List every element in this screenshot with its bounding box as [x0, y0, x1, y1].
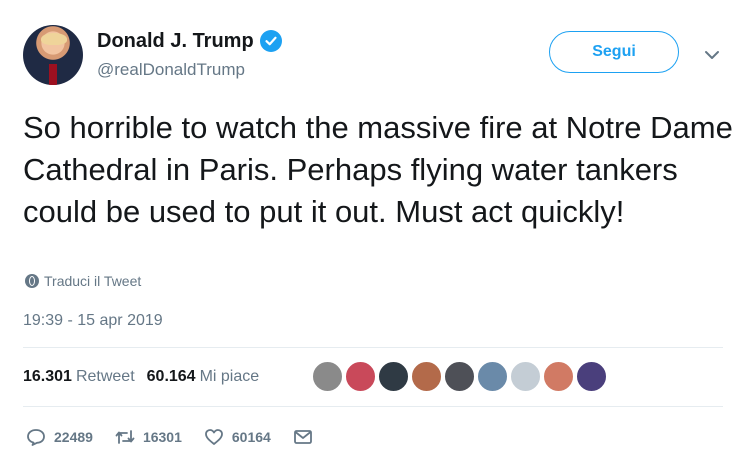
- direct-message-button[interactable]: [293, 428, 313, 446]
- tweet-stats: 16.301 Retweet 60.164 Mi piace: [23, 368, 271, 386]
- divider-bottom: [23, 406, 723, 407]
- tweet-timestamp[interactable]: 19:39 - 15 apr 2019: [23, 312, 163, 330]
- liker-avatar-9[interactable]: [576, 361, 607, 392]
- reply-button[interactable]: 22489: [26, 428, 93, 446]
- liker-avatar-6[interactable]: [477, 361, 508, 392]
- follow-button[interactable]: Segui: [549, 31, 679, 73]
- liker-avatar-1[interactable]: [312, 361, 343, 392]
- like-button[interactable]: 60164: [204, 428, 271, 446]
- liker-avatar-7[interactable]: [510, 361, 541, 392]
- reply-count: 22489: [54, 429, 93, 445]
- author-avatar[interactable]: [23, 25, 83, 85]
- retweet-button[interactable]: 16301: [115, 428, 182, 446]
- translate-tweet-link[interactable]: Traduci il Tweet: [25, 273, 141, 289]
- retweets-count[interactable]: 16.301: [23, 368, 72, 386]
- tweet-actions: 22489 16301 60164: [26, 428, 335, 446]
- liker-avatar-3[interactable]: [378, 361, 409, 392]
- heart-icon: [204, 429, 223, 445]
- retweet-count: 16301: [142, 429, 182, 445]
- globe-icon: [25, 274, 39, 288]
- liker-avatars: [312, 361, 607, 392]
- author-display-name[interactable]: Donald J. Trump: [97, 29, 254, 53]
- envelope-icon: [293, 430, 312, 444]
- likes-count[interactable]: 60.164: [147, 368, 196, 386]
- likes-label[interactable]: Mi piace: [200, 368, 260, 386]
- liker-avatar-4[interactable]: [411, 361, 442, 392]
- translate-label: Traduci il Tweet: [44, 273, 142, 289]
- liker-avatar-5[interactable]: [444, 361, 475, 392]
- reply-icon: [27, 429, 45, 446]
- verified-badge-icon: [259, 30, 282, 52]
- liker-avatar-8[interactable]: [543, 361, 574, 392]
- author-name-row: Donald J. Trump: [97, 29, 282, 53]
- liker-avatar-2[interactable]: [345, 361, 376, 392]
- divider-top: [23, 347, 723, 348]
- like-count: 60164: [231, 429, 271, 445]
- tweet-text: So horrible to watch the massive fire at…: [23, 110, 733, 229]
- chevron-down-icon[interactable]: [704, 49, 720, 61]
- author-handle[interactable]: @realDonaldTrump: [97, 60, 245, 80]
- retweet-icon: [115, 430, 135, 444]
- retweets-label[interactable]: Retweet: [76, 368, 135, 386]
